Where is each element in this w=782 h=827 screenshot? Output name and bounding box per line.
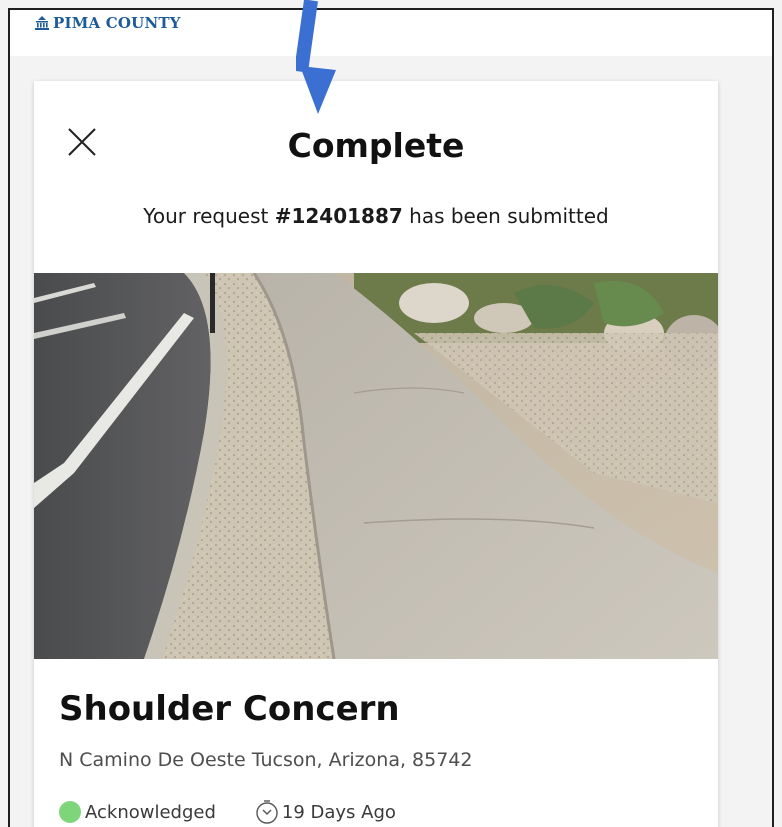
courthouse-icon (35, 16, 49, 30)
subtitle-suffix: has been submitted (402, 204, 609, 228)
logo-text: PIMA COUNTY (53, 14, 181, 32)
dialog-title: Complete (287, 126, 465, 165)
request-number: #12401887 (274, 204, 403, 228)
submission-message: Your request #12401887 has been submitte… (34, 204, 718, 228)
timer-icon (256, 800, 278, 824)
status-label: Acknowledged (85, 801, 216, 823)
subtitle-prefix: Your request (143, 204, 275, 228)
request-address: N Camino De Oeste Tucson, Arizona, 85742 (59, 749, 473, 771)
request-title: Shoulder Concern (59, 689, 400, 729)
annotation-arrow (296, 0, 336, 114)
status-row: Acknowledged 19 Days Ago (59, 797, 396, 827)
request-age: 19 Days Ago (281, 801, 396, 823)
request-complete-dialog: Complete Your request #12401887 has been… (34, 81, 718, 827)
pima-county-logo[interactable]: PIMA COUNTY (34, 14, 181, 32)
status-indicator (59, 801, 81, 823)
header-bar: PIMA COUNTY (10, 10, 772, 56)
app-window: PIMA COUNTY Complete Your request #12401… (8, 8, 774, 827)
sidewalk-photo (34, 273, 718, 659)
